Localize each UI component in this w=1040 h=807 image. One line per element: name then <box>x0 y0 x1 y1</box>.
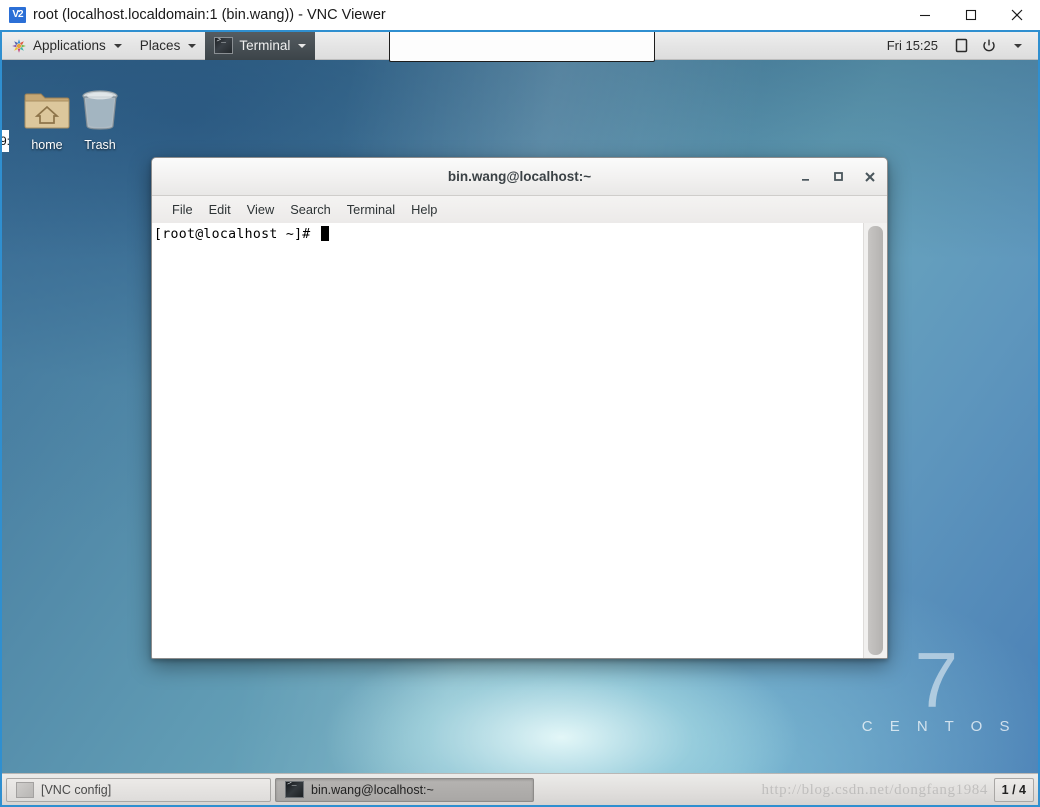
terminal-minimize-button[interactable] <box>795 166 817 188</box>
panel-applications-menu[interactable]: Applications <box>2 32 131 60</box>
terminal-window-title: bin.wang@localhost:~ <box>447 169 592 184</box>
vnc-toolbar-tab-stub[interactable] <box>389 30 655 62</box>
screen-icon <box>955 38 967 53</box>
panel-active-app-terminal[interactable]: Terminal <box>205 31 316 60</box>
panel-left-group: Applications Places Terminal <box>2 31 316 60</box>
chevron-down-icon <box>1014 43 1022 48</box>
gnome-top-panel: Applications Places Terminal Fri 15:25 <box>2 30 1038 62</box>
taskbar-item-label: bin.wang@localhost:~ <box>311 782 434 797</box>
taskbar-item-terminal[interactable]: bin.wang@localhost:~ <box>275 777 534 802</box>
vnc-maximize-button[interactable] <box>948 0 994 30</box>
minimize-icon <box>801 179 809 181</box>
maximize-icon <box>833 172 843 181</box>
screenshot-root: V2 root (localhost.localdomain:1 (bin.wa… <box>0 0 1040 807</box>
vnc-logo-icon: V2 <box>9 7 26 23</box>
panel-places-menu[interactable]: Places <box>131 32 206 60</box>
menu-terminal[interactable]: Terminal <box>339 199 403 220</box>
left-edge-artifact: 9: <box>0 130 9 152</box>
terminal-icon <box>285 781 304 798</box>
terminal-cursor <box>320 226 329 241</box>
terminal-window-controls <box>795 158 881 195</box>
vnc-minimize-button[interactable] <box>902 0 948 30</box>
panel-right-group: Fri 15:25 <box>879 32 1038 60</box>
panel-active-app-label: Terminal <box>239 38 291 53</box>
close-icon <box>1011 9 1023 21</box>
minimize-icon <box>920 14 930 17</box>
vnc-viewer-window: V2 root (localhost.localdomain:1 (bin.wa… <box>0 0 1040 807</box>
close-icon <box>865 171 875 182</box>
vnc-close-button[interactable] <box>994 0 1040 30</box>
menu-search[interactable]: Search <box>282 199 339 220</box>
terminal-icon <box>214 37 234 54</box>
desktop-icon-label: Trash <box>84 138 116 152</box>
terminal-scrollbar[interactable] <box>863 223 887 658</box>
taskbar-item-label: [VNC config] <box>41 782 112 797</box>
gnome-foot-icon <box>11 38 27 54</box>
chevron-down-icon <box>188 43 197 48</box>
menu-file[interactable]: File <box>164 199 201 220</box>
terminal-titlebar[interactable]: bin.wang@localhost:~ <box>152 158 887 196</box>
remote-desktop-canvas[interactable]: 7 C E N T O S home Trash bin.wang@localh… <box>0 30 1040 807</box>
vnc-window-controls <box>902 0 1040 30</box>
terminal-menubar: File Edit View Search Terminal Help <box>152 196 887 224</box>
window-list-taskbar: [VNC config] bin.wang@localhost:~ 1 / 4 <box>2 773 1038 805</box>
workspace-switcher[interactable]: 1 / 4 <box>993 777 1034 802</box>
panel-screen-button[interactable] <box>948 32 974 60</box>
terminal-close-button[interactable] <box>859 166 881 188</box>
power-icon <box>983 39 995 51</box>
menu-view[interactable]: View <box>239 199 283 220</box>
chevron-down-icon <box>298 43 307 48</box>
gnome-terminal-window[interactable]: bin.wang@localhost:~ File Edit View Sear… <box>151 157 888 659</box>
maximize-icon <box>965 9 977 21</box>
panel-clock[interactable]: Fri 15:25 <box>879 38 946 53</box>
centos-wordmark: C E N T O S <box>861 718 1016 735</box>
vnc-titlebar[interactable]: V2 root (localhost.localdomain:1 (bin.wa… <box>0 0 1040 30</box>
taskbar-item-vnc-config[interactable]: [VNC config] <box>6 777 271 802</box>
menu-help[interactable]: Help <box>403 199 445 220</box>
panel-places-label: Places <box>139 38 181 53</box>
window-icon <box>16 781 34 798</box>
terminal-maximize-button[interactable] <box>827 166 849 188</box>
terminal-scrollbar-thumb[interactable] <box>868 226 883 655</box>
terminal-screen[interactable]: [root@localhost ~]# <box>152 223 863 658</box>
terminal-prompt-text: [root@localhost ~]# <box>154 227 319 242</box>
desktop-icon-trash[interactable]: Trash <box>62 86 138 152</box>
trash-can-icon <box>62 86 138 134</box>
menu-edit[interactable]: Edit <box>201 199 239 220</box>
vnc-window-title: root (localhost.localdomain:1 (bin.wang)… <box>33 7 386 23</box>
panel-power-button[interactable] <box>976 32 1002 60</box>
panel-system-menu-toggle[interactable] <box>1004 32 1030 60</box>
desktop-wallpaper[interactable]: 7 C E N T O S home Trash bin.wang@localh… <box>2 60 1038 773</box>
terminal-body[interactable]: [root@localhost ~]# <box>152 223 887 658</box>
panel-applications-label: Applications <box>33 38 106 53</box>
chevron-down-icon <box>113 43 122 48</box>
terminal-prompt-line: [root@localhost ~]# <box>154 226 863 243</box>
